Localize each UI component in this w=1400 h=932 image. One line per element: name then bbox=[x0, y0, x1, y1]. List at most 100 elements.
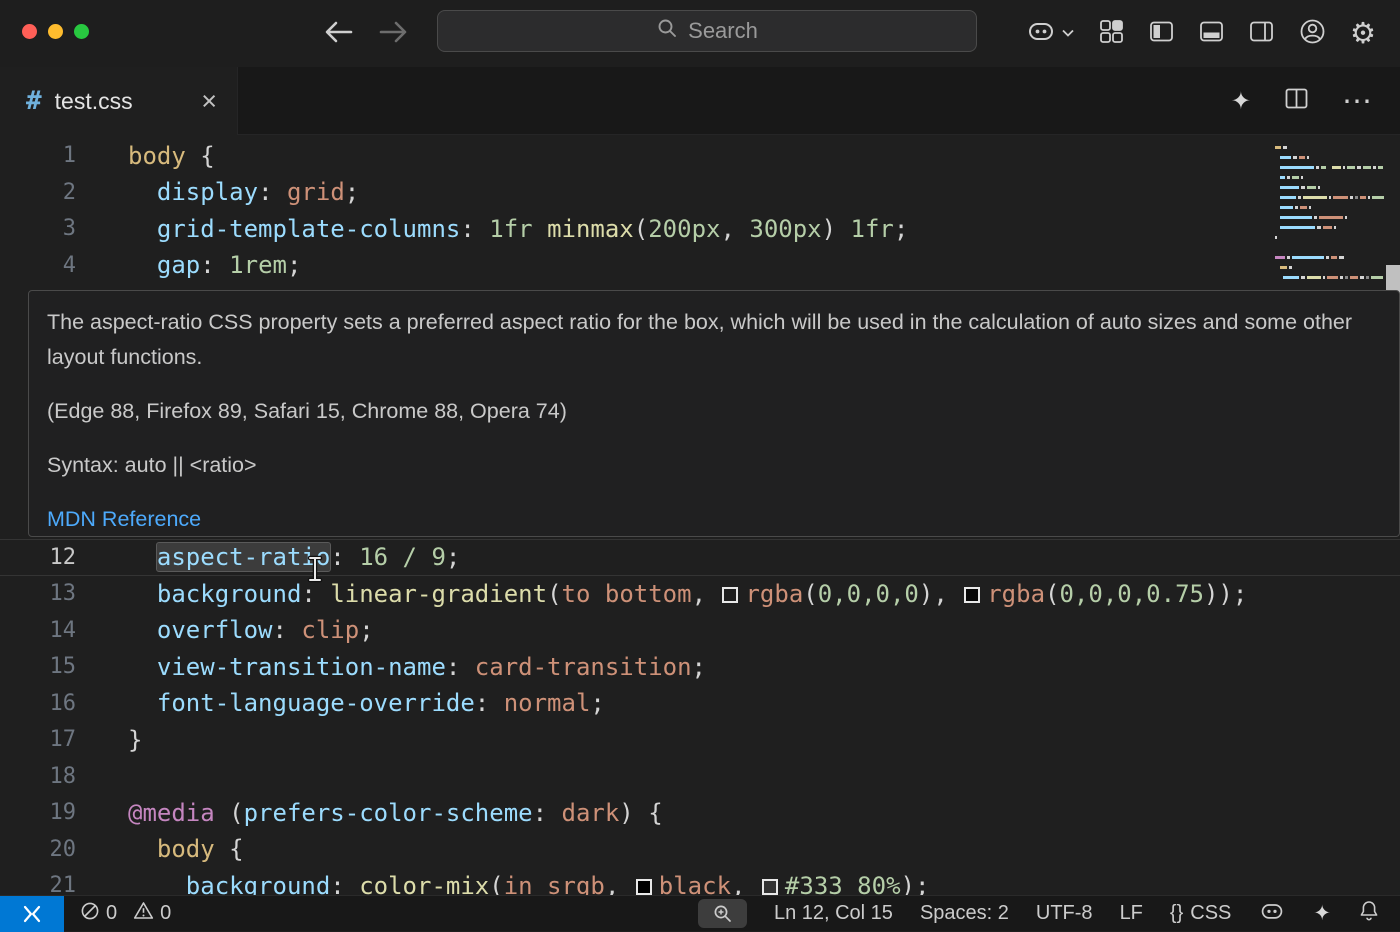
code-token: display bbox=[157, 178, 258, 206]
minimize-window-button[interactable] bbox=[48, 24, 63, 39]
minimap[interactable] bbox=[1275, 143, 1385, 283]
code-token: ( bbox=[215, 799, 244, 827]
code-line-15[interactable]: 15 view-transition-name: card-transition… bbox=[0, 648, 1400, 685]
code-token: gap bbox=[157, 251, 200, 279]
search-icon bbox=[656, 17, 678, 45]
toggle-sidebar-icon[interactable] bbox=[1148, 18, 1175, 50]
code-token: ) { bbox=[619, 799, 662, 827]
minimap-line bbox=[1275, 273, 1385, 283]
minimap-line bbox=[1275, 253, 1385, 263]
copilot-menu-button[interactable] bbox=[1025, 17, 1075, 50]
notifications-bell-icon[interactable] bbox=[1358, 899, 1380, 928]
code-token: , bbox=[605, 872, 634, 896]
color-swatch[interactable] bbox=[636, 879, 652, 895]
line-number: 20 bbox=[0, 837, 76, 862]
code-token: clip bbox=[301, 616, 359, 644]
code-token: ; bbox=[692, 653, 706, 681]
editor[interactable]: 1body {2 display: grid;3 grid-template-c… bbox=[0, 135, 1400, 895]
minimap-line bbox=[1275, 153, 1385, 163]
code-token: ( bbox=[1045, 580, 1059, 608]
minimap-line bbox=[1275, 213, 1385, 223]
code-token: : bbox=[200, 251, 229, 279]
eol-button[interactable]: LF bbox=[1120, 902, 1143, 925]
minimap-line bbox=[1275, 193, 1385, 203]
code-line-14[interactable]: 14 overflow: clip; bbox=[0, 612, 1400, 649]
zoom-indicator-button[interactable] bbox=[698, 899, 747, 928]
code-line-17[interactable]: 17} bbox=[0, 721, 1400, 758]
minimap-line bbox=[1275, 203, 1385, 213]
copilot-status-icon[interactable] bbox=[1258, 899, 1286, 929]
close-window-button[interactable] bbox=[22, 24, 37, 39]
code-token: ; bbox=[287, 251, 301, 279]
customize-layout-icon[interactable] bbox=[1098, 18, 1125, 50]
code-line-19[interactable]: 19@media (prefers-color-scheme: dark) { bbox=[0, 794, 1400, 831]
code-token bbox=[128, 178, 157, 206]
code-line-16[interactable]: 16 font-language-override: normal; bbox=[0, 685, 1400, 722]
code-token: rgba bbox=[745, 580, 803, 608]
code-line-1[interactable]: 1body { bbox=[0, 137, 1400, 174]
split-editor-icon[interactable] bbox=[1283, 85, 1310, 117]
code-token: overflow bbox=[157, 616, 273, 644]
settings-gear-icon[interactable]: ⚙ bbox=[1350, 16, 1376, 51]
line-number: 16 bbox=[0, 691, 76, 716]
code-token: grid-template-columns bbox=[157, 215, 460, 243]
tab-test-css[interactable]: # test.css × bbox=[0, 67, 238, 135]
code-line-3[interactable]: 3 grid-template-columns: 1fr minmax(200p… bbox=[0, 210, 1400, 247]
warning-icon bbox=[133, 901, 154, 926]
encoding-button[interactable]: UTF-8 bbox=[1036, 902, 1093, 925]
back-button[interactable] bbox=[322, 17, 354, 52]
line-number: 1 bbox=[0, 143, 76, 168]
code-token: ( bbox=[803, 580, 817, 608]
code-token: ( bbox=[547, 580, 561, 608]
code-token: 1fr bbox=[489, 215, 532, 243]
tab-bar: # test.css × ✦ ⋯ bbox=[0, 67, 1400, 135]
code-line-2[interactable]: 2 display: grid; bbox=[0, 174, 1400, 211]
toggle-secondary-sidebar-icon[interactable] bbox=[1248, 18, 1275, 50]
maximize-window-button[interactable] bbox=[74, 24, 89, 39]
more-actions-icon[interactable]: ⋯ bbox=[1342, 94, 1372, 109]
command-center-search[interactable]: Search bbox=[437, 10, 977, 52]
account-icon[interactable] bbox=[1298, 17, 1327, 51]
problems-button[interactable]: 0 0 bbox=[80, 901, 181, 927]
color-swatch[interactable] bbox=[722, 587, 738, 603]
mdn-reference-link[interactable]: MDN Reference bbox=[47, 507, 201, 531]
code-token: body bbox=[128, 142, 186, 170]
code-line-20[interactable]: 20 body { bbox=[0, 831, 1400, 868]
line-number: 4 bbox=[0, 253, 76, 278]
minimap-line bbox=[1275, 163, 1385, 173]
code-token: : bbox=[273, 616, 302, 644]
color-swatch[interactable] bbox=[964, 587, 980, 603]
remote-indicator-button[interactable] bbox=[0, 896, 64, 932]
code-token: color-mix bbox=[359, 872, 489, 896]
line-number: 17 bbox=[0, 727, 76, 752]
code-line-12[interactable]: 12 aspect-ratio: 16 / 9; bbox=[0, 539, 1400, 576]
braces-icon: {} bbox=[1170, 902, 1183, 925]
code-token bbox=[128, 616, 157, 644]
code-line-13[interactable]: 13 background: linear-gradient(to bottom… bbox=[0, 575, 1400, 612]
line-number: 21 bbox=[0, 873, 76, 895]
code-line-18[interactable]: 18 bbox=[0, 758, 1400, 795]
cursor-position-button[interactable]: Ln 12, Col 15 bbox=[774, 902, 893, 925]
code-token: ; bbox=[345, 178, 359, 206]
code-token: 200px bbox=[648, 215, 720, 243]
status-bar: 0 0 Ln 12, Col 15 Spaces: 2 UTF-8 LF {} … bbox=[0, 895, 1400, 931]
toggle-panel-icon[interactable] bbox=[1198, 18, 1225, 50]
forward-button[interactable] bbox=[378, 17, 410, 52]
remote-icon bbox=[19, 903, 45, 925]
code-line-21[interactable]: 21 background: color-mix(in srgb, black,… bbox=[0, 867, 1400, 895]
color-swatch[interactable] bbox=[762, 879, 778, 895]
indentation-button[interactable]: Spaces: 2 bbox=[920, 902, 1009, 925]
code-line-4[interactable]: 4 gap: 1rem; bbox=[0, 247, 1400, 284]
code-token: ; bbox=[359, 616, 373, 644]
code-token: : bbox=[330, 872, 359, 896]
code-token: #333 80% bbox=[785, 872, 901, 896]
titlebar: Search ⚙ bbox=[0, 0, 1400, 67]
sparkle-icon[interactable]: ✦ bbox=[1231, 87, 1251, 116]
code-token: , bbox=[720, 215, 749, 243]
line-number: 14 bbox=[0, 618, 76, 643]
hover-tooltip: The aspect-ratio CSS property sets a pre… bbox=[28, 290, 1400, 537]
sparkle-status-icon[interactable]: ✦ bbox=[1313, 901, 1331, 926]
code-token: ; bbox=[894, 215, 908, 243]
language-mode-button[interactable]: {} CSS bbox=[1170, 902, 1231, 925]
close-tab-icon[interactable]: × bbox=[201, 88, 217, 115]
